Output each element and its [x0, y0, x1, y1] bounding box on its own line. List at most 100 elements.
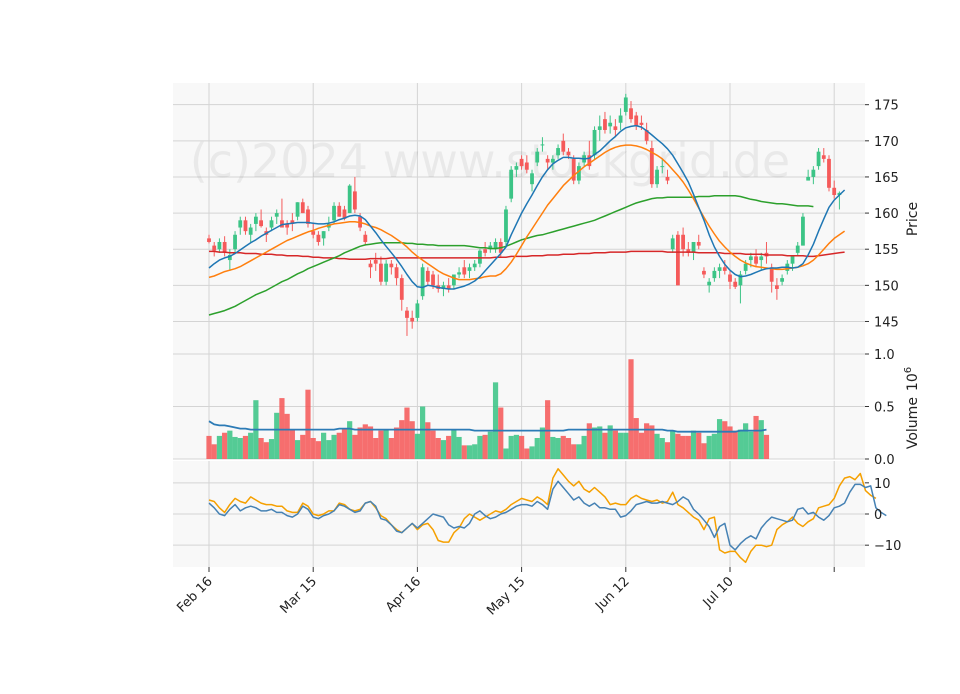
candle-body [425, 270, 430, 282]
candle-body [618, 115, 623, 123]
candle-body [801, 216, 805, 246]
x-tick-label: May 15 [484, 574, 528, 618]
volume-bar [367, 426, 374, 459]
candle-body [696, 241, 701, 246]
candle-body [816, 151, 821, 167]
candle-body [384, 263, 389, 282]
candle-body [728, 274, 732, 282]
candle-body [597, 126, 602, 130]
candle-body [207, 238, 211, 242]
candle-body [405, 310, 409, 318]
candle-body [577, 166, 581, 181]
volume-bar [633, 418, 639, 459]
candle-body [373, 260, 378, 264]
candle-body [561, 140, 566, 152]
candle-body [759, 256, 764, 261]
volume-bar [617, 432, 624, 459]
volume-bar [310, 438, 316, 459]
volume-bar [222, 432, 228, 459]
volume-bar [420, 406, 426, 459]
candle-body [592, 129, 597, 156]
volume-bar [482, 434, 488, 459]
candle-body [233, 234, 237, 250]
volume-bar [519, 435, 525, 459]
candlestick [504, 205, 508, 246]
candle-body [311, 231, 316, 235]
candlestick [801, 213, 805, 246]
volume-bar [315, 441, 322, 459]
candle-body [681, 234, 686, 250]
volume-bar [716, 419, 723, 459]
y-tick-label: 165 [874, 171, 899, 186]
candle-body [514, 166, 519, 170]
volume-bar [232, 436, 238, 459]
candle-body [217, 241, 222, 250]
volume-bar [378, 430, 384, 459]
candle-body [243, 220, 248, 232]
volume-bar [216, 435, 223, 459]
candle-body [530, 173, 534, 185]
volume-bar [690, 430, 697, 459]
candle-body [410, 317, 415, 322]
volume-bar [550, 436, 556, 459]
candle-body [821, 155, 826, 159]
candle-body [352, 191, 357, 210]
candle-body [748, 256, 753, 261]
candle-body [248, 227, 253, 235]
candle-body [451, 274, 456, 286]
y-tick-label: 155 [874, 243, 899, 258]
candle-body [655, 169, 659, 185]
candle-body [608, 122, 613, 127]
volume-bar [461, 445, 467, 459]
candle-body [832, 187, 837, 196]
volume-axis-label-text: Volume [905, 397, 921, 449]
candle-body [566, 151, 571, 156]
candle-body [712, 270, 717, 279]
volume-bar [409, 421, 415, 459]
y-tick-label: 0 [874, 508, 882, 523]
candle-body [321, 231, 326, 239]
candle-body [717, 267, 722, 271]
candlestick [827, 155, 831, 192]
candle-body [603, 119, 607, 130]
volume-bar [539, 427, 546, 459]
y-tick-label: 0.0 [874, 453, 895, 468]
volume-bar [279, 398, 285, 459]
candle-body [253, 216, 258, 224]
volume-axis-multiplier-exp: 6 [903, 367, 914, 373]
candle-body [337, 205, 342, 217]
volume-bar [701, 443, 707, 459]
candle-body [347, 185, 352, 214]
candlestick [571, 155, 576, 185]
volume-bar [248, 432, 254, 459]
volume-axis-multiplier-base: 10 [905, 373, 921, 391]
y-tick-label: 150 [874, 279, 899, 294]
candle-body [420, 267, 425, 297]
x-tick-label: Apr 16 [383, 574, 424, 615]
candle-body [274, 213, 279, 217]
volume-bar [472, 444, 478, 459]
volume-bar [498, 407, 504, 459]
volume-bar [576, 444, 582, 459]
volume-bar [289, 429, 295, 459]
volume-bar [492, 382, 499, 459]
volume-bar [654, 433, 660, 459]
candle-body [379, 263, 383, 282]
candle-body [550, 158, 555, 163]
candle-body [691, 241, 696, 253]
volume-bar [696, 432, 702, 459]
volume-bar [300, 434, 306, 459]
candle-body [780, 278, 784, 282]
candle-body [295, 202, 300, 217]
candle-body [774, 285, 779, 289]
candle-body [462, 267, 467, 275]
volume-bar [206, 435, 212, 459]
candle-body [509, 169, 514, 199]
candle-body [259, 220, 263, 227]
y-tick-label: −10 [874, 539, 901, 554]
chart-canvas: (c)2024 www.stockgrid.de 145 150 155 160 165… [173, 83, 921, 618]
candlestick [384, 260, 389, 286]
candle-body [660, 166, 665, 168]
candle-body [540, 144, 545, 146]
stock-chart: (c)2024 www.stockgrid.de 145 150 155 160 165… [0, 0, 960, 690]
